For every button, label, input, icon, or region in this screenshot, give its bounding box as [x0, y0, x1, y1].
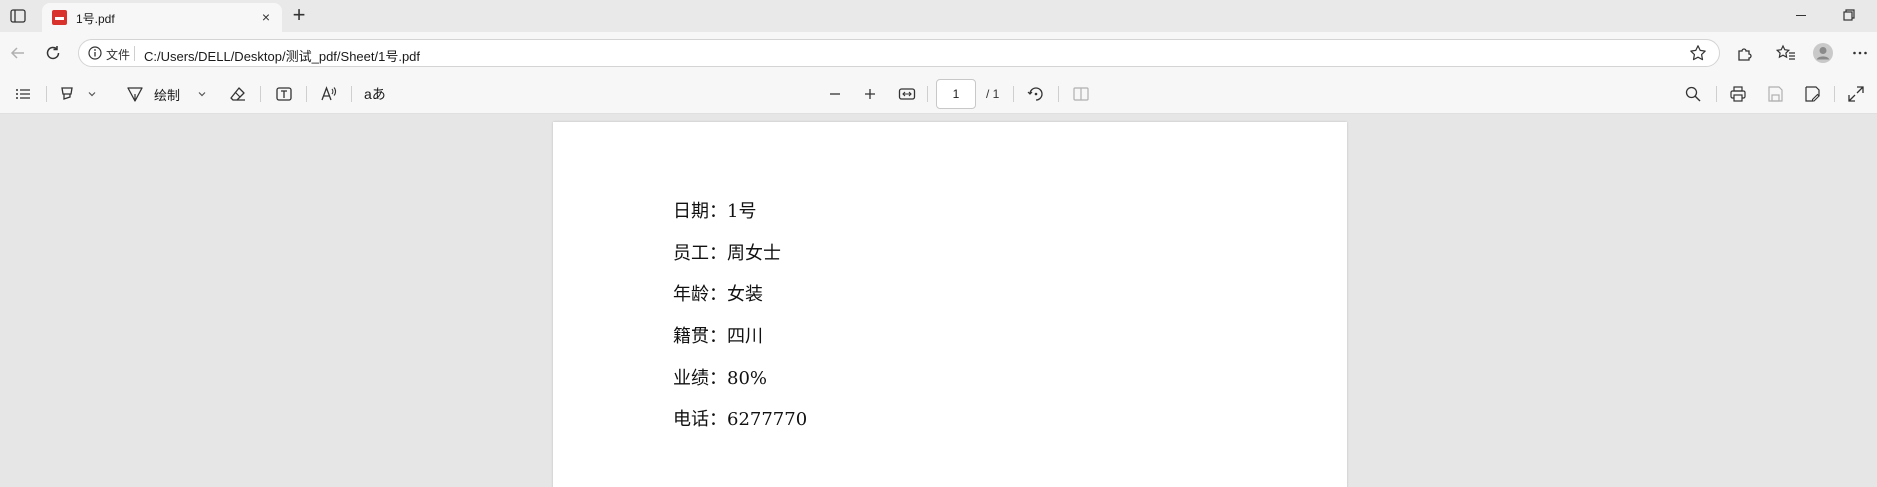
- divider: [927, 86, 928, 102]
- fit-width-icon[interactable]: [898, 85, 916, 103]
- navigation-bar: 文件 C:/Users/DELL/Desktop/测试_pdf/Sheet/1号…: [0, 32, 1877, 74]
- restore-icon[interactable]: [1840, 6, 1858, 24]
- save-icon[interactable]: [1766, 85, 1784, 103]
- tab-actions-icon[interactable]: [8, 7, 28, 25]
- zoom-out-icon[interactable]: [826, 85, 844, 103]
- pdf-toolbar: 绘制 aあ 1 / 1: [0, 74, 1877, 114]
- search-icon[interactable]: [1684, 85, 1702, 103]
- divider: [1013, 86, 1014, 102]
- highlight-icon[interactable]: [58, 85, 76, 103]
- pen-icon: [127, 87, 143, 102]
- url-text[interactable]: C:/Users/DELL/Desktop/测试_pdf/Sheet/1号.pd…: [144, 46, 420, 65]
- security-label[interactable]: 文件: [106, 46, 130, 63]
- chevron-down-icon[interactable]: [196, 85, 208, 103]
- avatar-icon[interactable]: [1812, 42, 1834, 64]
- minimize-icon[interactable]: [1792, 6, 1810, 24]
- draw-label: 绘制: [154, 87, 181, 103]
- divider: [306, 86, 307, 102]
- zoom-in-icon[interactable]: [861, 85, 879, 103]
- star-icon[interactable]: [1689, 44, 1707, 62]
- favorites-icon[interactable]: [1775, 42, 1797, 64]
- tab-active[interactable]: 1号.pdf ×: [42, 3, 282, 32]
- tab-title: 1号.pdf: [76, 12, 115, 26]
- chevron-down-icon[interactable]: [86, 85, 98, 103]
- rotate-icon[interactable]: [1027, 85, 1045, 103]
- pdf-page: 日期：1号 员工：周女士 年龄：女装 籍贯：四川 业绩：80% 电话：62777…: [553, 122, 1347, 487]
- phone-line: 电话：6277770: [673, 409, 808, 430]
- eraser-icon[interactable]: [229, 85, 247, 103]
- divider: [260, 86, 261, 102]
- employee-line: 员工：周女士: [673, 243, 781, 264]
- pdf-viewer[interactable]: 日期：1号 员工：周女士 年龄：女装 籍贯：四川 业绩：80% 电话：62777…: [0, 115, 1877, 487]
- fullscreen-icon[interactable]: [1847, 85, 1865, 103]
- age-line: 年龄：女装: [673, 284, 763, 305]
- new-tab-button[interactable]: +: [288, 4, 310, 27]
- refresh-icon[interactable]: [42, 42, 64, 64]
- divider: [1058, 86, 1059, 102]
- date-line: 日期：1号: [673, 201, 757, 222]
- info-icon[interactable]: [87, 45, 103, 61]
- print-icon[interactable]: [1729, 85, 1747, 103]
- page-number-input[interactable]: 1: [936, 79, 976, 109]
- two-page-view-icon[interactable]: [1072, 85, 1090, 103]
- puzzle-icon[interactable]: [1734, 42, 1756, 64]
- read-aloud-icon[interactable]: [320, 85, 338, 103]
- translate-label: aあ: [364, 86, 386, 102]
- save-as-icon[interactable]: [1803, 85, 1821, 103]
- back-arrow-icon[interactable]: [7, 42, 29, 64]
- table-of-contents-icon[interactable]: [14, 85, 32, 103]
- divider: [46, 86, 47, 102]
- pdf-icon: [52, 10, 67, 25]
- translate-button[interactable]: aあ: [364, 85, 386, 103]
- divider: [1834, 86, 1835, 102]
- divider: [134, 46, 135, 61]
- close-icon[interactable]: ×: [258, 9, 274, 25]
- hometown-line: 籍贯：四川: [673, 326, 763, 347]
- page-total: / 1: [986, 87, 1000, 101]
- more-icon[interactable]: [1849, 42, 1871, 64]
- address-bar[interactable]: 文件 C:/Users/DELL/Desktop/测试_pdf/Sheet/1号…: [78, 39, 1720, 67]
- divider: [1716, 86, 1717, 102]
- performance-line: 业绩：80%: [673, 368, 768, 389]
- draw-button[interactable]: 绘制: [126, 85, 180, 103]
- divider: [351, 86, 352, 102]
- tab-strip: 1号.pdf × +: [0, 0, 1877, 32]
- text-box-icon[interactable]: [275, 85, 293, 103]
